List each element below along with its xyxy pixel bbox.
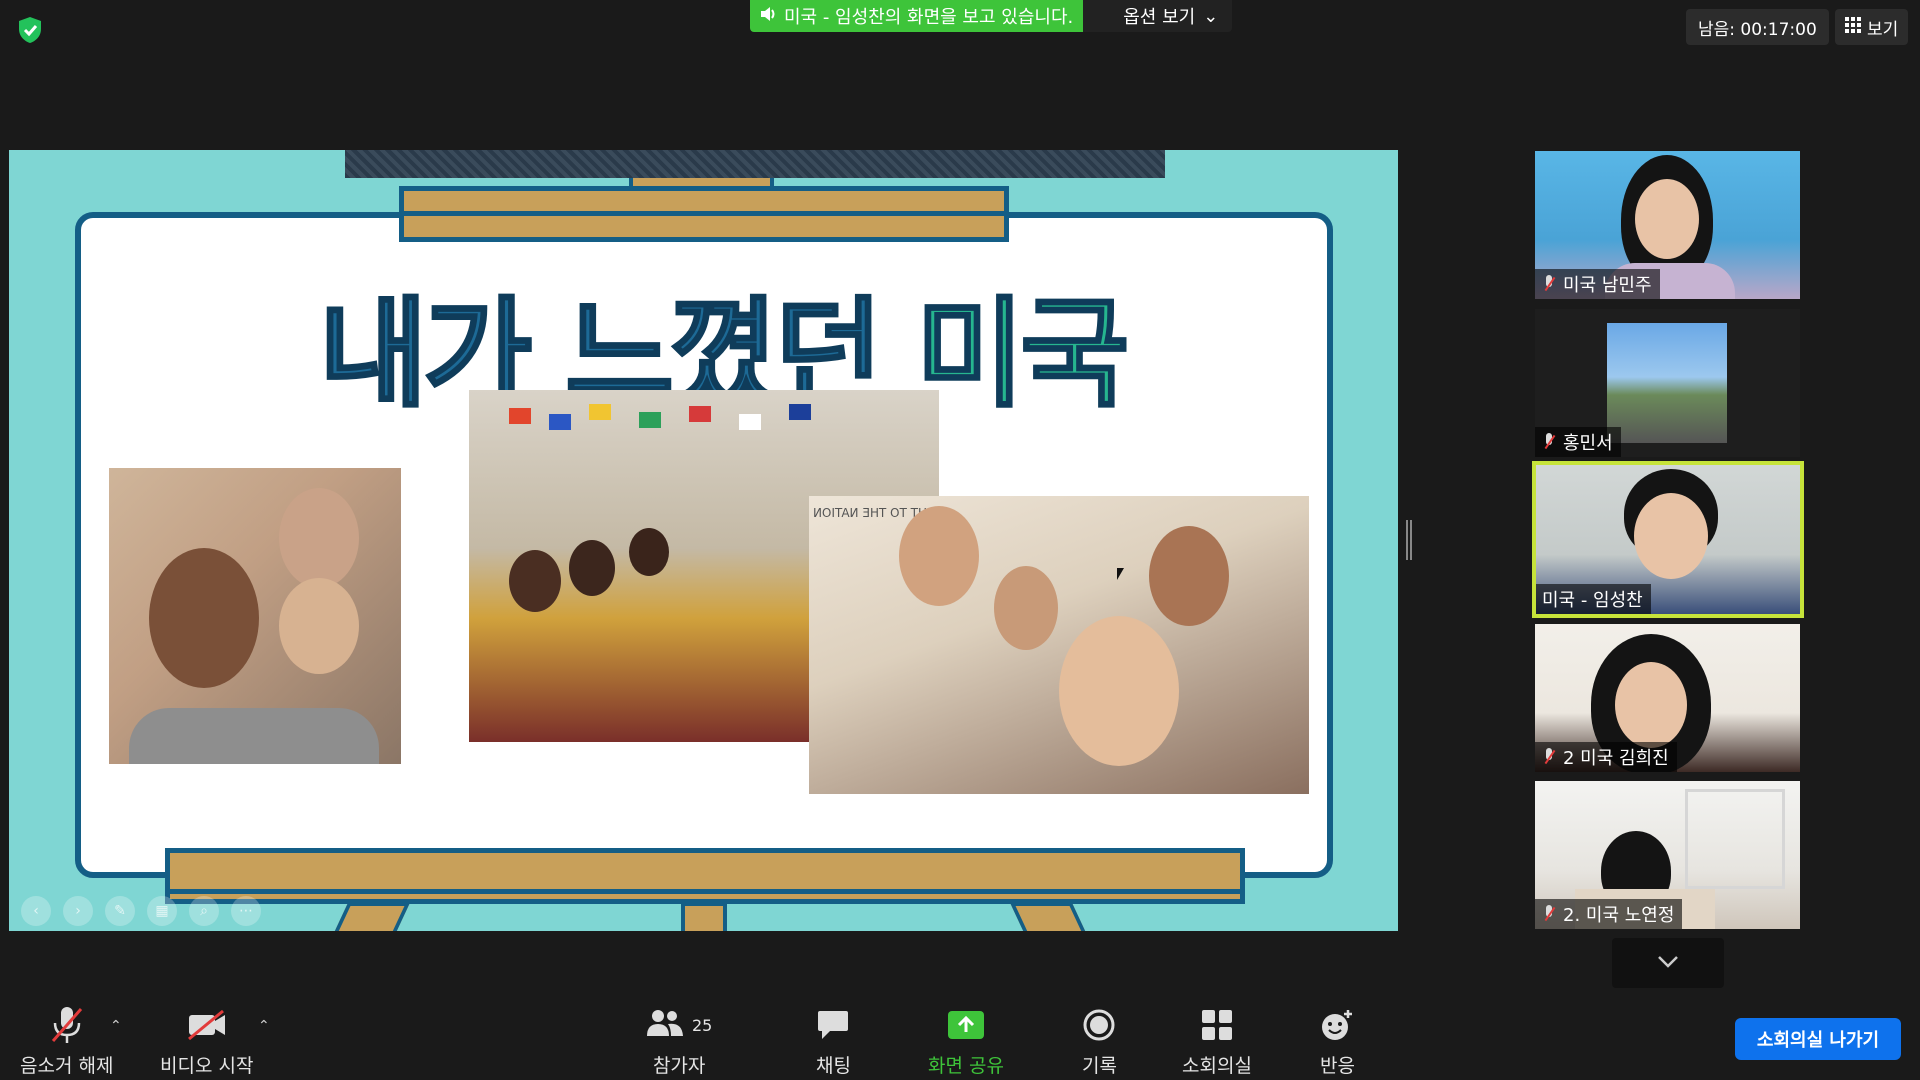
participant-name: 2 미국 김희진 [1563,748,1669,769]
slide-photo-friends-selfie: LIGHT TO THE NATION [809,496,1309,794]
remaining-time-badge: 남음: 00:17:00 [1686,9,1829,45]
participant-video-tile[interactable]: 홍민서 [1535,309,1800,457]
view-mode-button[interactable]: 보기 [1835,9,1909,45]
slide-controls: ‹ › ✎ ▦ ⌕ ⋯ [21,896,261,926]
chevron-down-icon: ⌄ [1203,5,1219,27]
participant-name: 미국 - 임성찬 [1542,590,1643,611]
screen-share-banner: 미국 - 임성찬의 화면을 보고 있습니다. 옵션 보기 ⌄ [750,0,1233,32]
reaction-smiley-icon [1320,1005,1354,1045]
participant-name: 미국 남민주 [1563,275,1652,296]
video-off-icon [187,1005,227,1045]
more-options-icon[interactable]: ⋯ [231,896,261,926]
slide-title-accent: 미국 [914,284,1130,425]
slides-overview-icon[interactable]: ▦ [147,896,177,926]
mouse-cursor [1117,568,1124,580]
participant-video-tile[interactable]: 2 미국 김희진 [1535,624,1800,772]
chat-icon [816,1005,850,1045]
speaker-icon [760,6,778,27]
pen-icon[interactable]: ✎ [105,896,135,926]
share-status: 미국 - 임성찬의 화면을 보고 있습니다. [750,0,1084,32]
panel-resize-handle[interactable] [1406,520,1412,560]
record-label: 기록 [1082,1055,1117,1077]
shared-screen[interactable]: 내가 느꼈던 미국 LIGHT TO THE NATION ‹ › ✎ ▦ ⌕ … [9,150,1398,931]
participants-icon [646,1008,684,1043]
unmute-label: 음소거 해제 [20,1055,114,1077]
participant-name: 홍민서 [1563,433,1613,454]
participant-name-tag: 2. 미국 노연정 [1535,899,1683,929]
leave-breakout-room-button[interactable]: 소회의실 나가기 [1735,1018,1901,1060]
next-slide-icon[interactable]: › [63,896,93,926]
slide-photo-selfie-group [109,468,401,764]
mic-muted-icon [1541,748,1557,766]
chevron-down-icon [1657,954,1679,973]
participant-avatar-image [1607,323,1727,443]
mic-muted-icon [1541,905,1557,923]
participants-button[interactable]: 25 참가자 [646,1005,712,1078]
chat-button[interactable]: 채팅 [816,1005,851,1078]
unmute-button[interactable]: 음소거 해제 [20,1005,113,1078]
audio-options-caret-icon[interactable]: ⌃ [110,1018,122,1034]
share-screen-icon [947,1005,985,1045]
start-video-label: 비디오 시작 [160,1055,254,1077]
video-options-caret-icon[interactable]: ⌃ [258,1018,270,1034]
view-options-button[interactable]: 옵션 보기 ⌄ [1083,0,1233,32]
participant-name-tag: 미국 남민주 [1535,269,1660,299]
chat-label: 채팅 [816,1055,851,1077]
slide-bottom-plank [165,848,1245,904]
breakout-rooms-button[interactable]: 소회의실 [1182,1005,1252,1078]
breakout-rooms-icon [1201,1005,1233,1045]
participant-name-tag: 2 미국 김희진 [1535,742,1677,772]
prev-slide-icon[interactable]: ‹ [21,896,51,926]
record-button[interactable]: 기록 [1082,1005,1117,1078]
gallery-scroll-down-button[interactable] [1612,938,1724,988]
participants-count: 25 [692,1015,713,1035]
breakout-rooms-label: 소회의실 [1182,1055,1252,1077]
record-icon [1083,1005,1115,1045]
start-video-button[interactable]: 비디오 시작 [160,1005,253,1078]
reactions-label: 반응 [1320,1055,1355,1077]
mic-muted-icon [1541,275,1557,293]
share-screen-button[interactable]: 화면 공유 [928,1005,1004,1078]
grid-icon [1845,16,1861,38]
participant-name: 2. 미국 노연정 [1563,905,1675,926]
slide-top-strip [345,150,1165,178]
view-options-label: 옵션 보기 [1123,7,1196,28]
share-screen-label: 화면 공유 [928,1055,1004,1077]
slide-easel-leg-right [1009,902,1091,931]
slide-easel-leg-center [681,902,727,931]
participant-name-tag: 미국 - 임성찬 [1536,584,1651,614]
participant-video-tile[interactable]: 미국 남민주 [1535,151,1800,299]
mic-muted-icon [1541,433,1557,451]
participant-video-tile[interactable]: 2. 미국 노연정 [1535,781,1800,929]
participant-name-tag: 홍민서 [1535,427,1621,457]
mic-muted-icon [49,1005,85,1045]
slide-top-plank [399,186,1009,242]
share-status-text: 미국 - 임성찬의 화면을 보고 있습니다. [784,7,1074,28]
participant-video-tile-active-speaker[interactable]: 미국 - 임성찬 [1532,461,1804,618]
zoom-icon[interactable]: ⌕ [189,896,219,926]
slide-easel-leg-left [329,902,411,931]
view-mode-label: 보기 [1867,19,1899,40]
security-shield-icon[interactable] [14,14,46,46]
participants-label: 참가자 [652,1055,706,1077]
reactions-button[interactable]: 반응 [1320,1005,1355,1078]
